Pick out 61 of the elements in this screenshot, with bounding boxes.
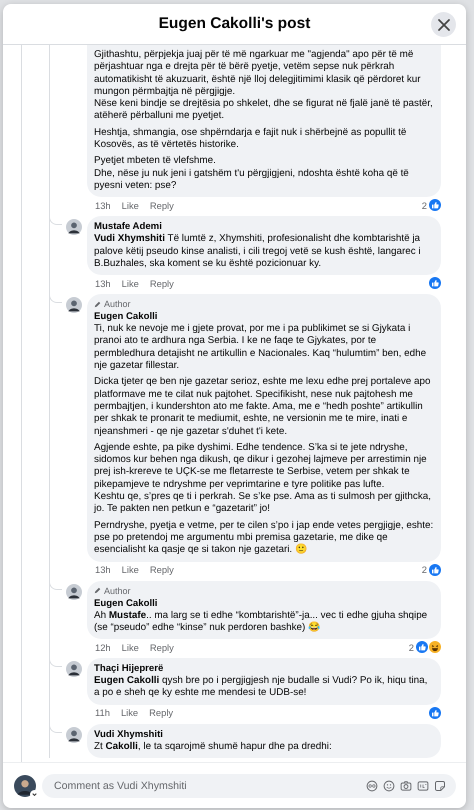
thumbs-up-icon[interactable] xyxy=(429,564,441,576)
comment-text: Zt Cakolli, le ta sqarojmë shumë hapur dhe pa dredhi: xyxy=(94,740,333,753)
comment-time[interactable]: 13h xyxy=(95,564,111,575)
comment-input[interactable]: Comment as Vudi Xhymshiti xyxy=(52,778,361,792)
author-label: Author xyxy=(104,299,131,310)
comment-action-link[interactable]: Like xyxy=(122,200,139,211)
author-label: Author xyxy=(104,586,131,596)
thumbs-up-icon[interactable] xyxy=(429,277,441,290)
reaction-count[interactable]: 2 xyxy=(422,564,427,575)
close-button[interactable] xyxy=(431,12,456,37)
comment-text: Ah Mustafe.. ma larg se ti edhe “kombtarishtë”-ja... vec ti edhe gjuha shqipe (se “pseudo” edhe “kinse” nuk perdoren bashke) 😂 xyxy=(94,610,428,634)
sticker-icon[interactable] xyxy=(434,780,446,792)
comment-action-link[interactable]: Reply xyxy=(150,200,174,211)
reaction-count[interactable]: 2 xyxy=(422,200,427,211)
dialog-title: Eugen Cakolli's post xyxy=(158,15,310,33)
avatar[interactable] xyxy=(14,774,36,796)
comment-text: Eugen Cakolli qysh bre po i pergjigjesh nje budalle si Vudi? Po ik, hiqu tina, a po e sheh qe ky eshte me mendesi te UDB-se! xyxy=(94,675,428,700)
comment-action-link[interactable]: Like xyxy=(122,564,139,575)
comment-time[interactable]: 13h xyxy=(95,200,111,211)
thumbs-up-icon[interactable] xyxy=(429,199,441,212)
comment-time[interactable]: 12h xyxy=(95,642,111,653)
avatar[interactable] xyxy=(66,661,82,678)
pencil-icon xyxy=(94,587,101,594)
commenter-name[interactable]: Eugen Cakolli xyxy=(94,311,435,322)
laughing-face-icon[interactable] xyxy=(429,641,441,654)
thumbs-up-icon[interactable] xyxy=(429,706,441,719)
comment-time[interactable]: 13h xyxy=(95,278,111,289)
comment-action-link[interactable]: Reply xyxy=(149,707,174,718)
reaction-count[interactable]: 2 xyxy=(408,642,414,653)
commenter-name[interactable]: Eugen Cakolli xyxy=(94,598,435,608)
chevron-icon[interactable] xyxy=(30,790,39,798)
thumbs-up-icon[interactable] xyxy=(416,641,428,654)
comment-text: Gjithashtu, përpjekja juaj për të më ngarkuar me "agjenda" apo për të më përjashtuar nga e drejta për të bërë pyetje, vetëm sepse nuk përkrah automatikisht të akuzuarit, është një lloj delegjitimimi klasik që përdoret kur mungon përmbajtja në përgjigje. Nëse keni bindje se drejtësia po shkelet, dhe se figurat në fjalë janë të pastër, atëherë përballuni me pyetjet. xyxy=(94,49,434,123)
comment-text: Ti, nuk ke nevoje me i gjete provat, por me i pa publikimet se si Gjykata i pranoi ato te ardhura nga Serbia. I ke ne faqe te Gjykates, por te permbledhura detajisht ne artikullin e Nacionales. Kaq “hulumtim” ben, edhe nje gazetar fillestar. xyxy=(94,323,428,372)
avatar[interactable] xyxy=(66,219,82,236)
commenter-name[interactable]: Mustafe Ademi xyxy=(94,221,435,232)
emoji-icon[interactable] xyxy=(383,780,395,792)
comment-text: Dicka tjeter qe ben nje gazetar serioz, eshte me lexu edhe prej portaleve apo platformave me te cilat nuk pajtohet. Specifikisht, nese nuk pajtohesh me permbajtjen, i kundershton ato me fakte. Ama, me e “hedh poshte” artikullin per shkak te pronarit te mediumit, eshte, ne versionin me te mire, inati e njeanshmeri - qe nje gazetar s'duhet t'i kete. xyxy=(94,376,432,438)
pencil-icon xyxy=(94,300,101,308)
camera-icon[interactable] xyxy=(400,780,412,792)
comment-action-link[interactable]: Reply xyxy=(150,642,174,653)
comment-text: Pyetjet mbeten të vlefshme. Dhe, nëse ju nuk jeni i gatshëm t'u përgjigjeni, ndoshta është koha që të pyesni veten: pse? xyxy=(94,155,410,192)
comment-action-link[interactable]: Like xyxy=(122,278,139,289)
avatar[interactable] xyxy=(66,297,82,314)
comment-text: Vudi Xhymshiti Të lumtë z, Xhymshiti, profesionalisht dhe kombtarishtë ja palove këtij pseudo kinse analisti, i cili tregoj vetë se kush është, langarec i B.Buzhales, ska koment se ku është pozicionuar ky. xyxy=(94,233,422,270)
close-icon xyxy=(436,18,450,32)
comment-text: Agjende eshte, pa pike dyshimi. Edhe tendence. S’ka si te jete ndryshe, sidomos kur behen nga dikush, qe dikur i gezohej lajmeve per arrestimin nje prej ish-krereve te UÇK-se me fletarreste te Serbise, vetem per shkak te pikepamjeve te ndryshme per veprimtarine e tyre politike pas lufte. Keshtu qe, s’pres qe ti i perkrah. Se s’ke pse. Ama as ti sulmosh per gjithcka, jo. Te pakten nen petkun e “gazetarit” jo! xyxy=(94,442,432,516)
commenter-name[interactable]: Thaçi Hijeprerë xyxy=(94,663,435,674)
avatar[interactable] xyxy=(66,584,82,600)
comment-action-link[interactable]: Reply xyxy=(150,278,174,289)
commenter-name[interactable]: Vudi Xhymshiti xyxy=(94,728,435,740)
comment-text: Heshtja, shmangia, ose shpërndarja e fajit nuk i shërbejnë as popullit të Kosovës, as të vërtetës historike. xyxy=(94,126,408,152)
comment-field[interactable]: Comment as Vudi Xhymshiti xyxy=(42,774,456,798)
avatar[interactable] xyxy=(66,726,82,743)
comment-time[interactable]: 11h xyxy=(95,707,110,718)
comment-action-link[interactable]: Like xyxy=(120,707,138,718)
gif-icon[interactable] xyxy=(417,780,429,792)
comment-text: Perndryshe, pyetja e vetme, per te cilen s’po i jap ende vetes pergjigje, eshte: pse po pretendoj me argumentu mbi premisa gazetarie, me dike qe esencialisht ka qasje qe si takon nje gazetari. 🙂 xyxy=(94,520,434,556)
comment-action-link[interactable]: Like xyxy=(122,642,139,653)
avatar-sticker-icon[interactable] xyxy=(366,780,378,792)
comment-action-link[interactable]: Reply xyxy=(150,564,174,575)
